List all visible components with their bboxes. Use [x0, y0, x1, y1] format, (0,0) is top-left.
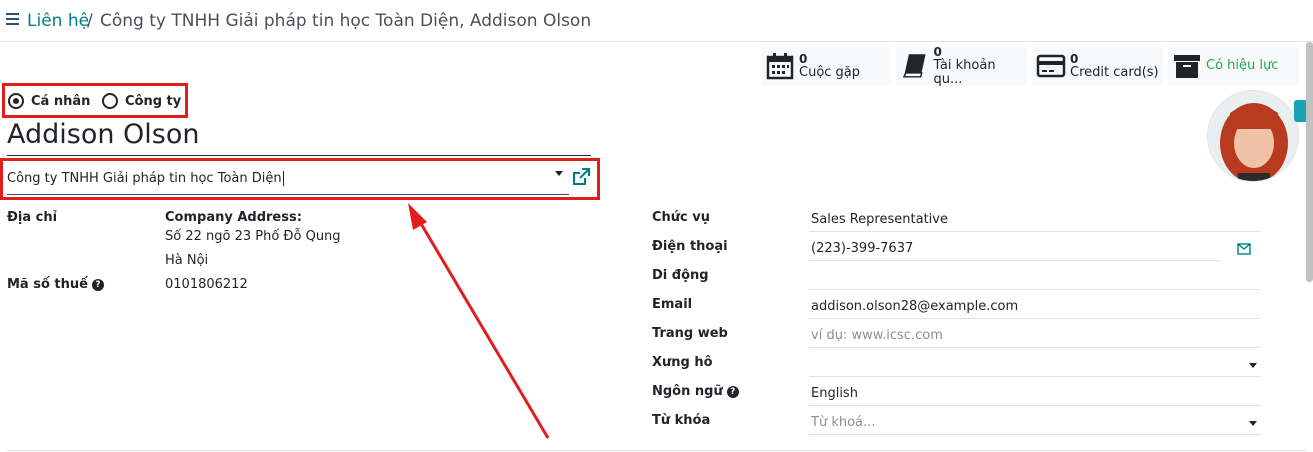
archive-icon — [1174, 55, 1200, 78]
meetings-count: 0 — [799, 52, 808, 66]
tags-underline — [809, 434, 1261, 435]
contact-name-field[interactable]: Addison Olson — [7, 119, 200, 150]
meetings-label: Cuộc gặp — [799, 65, 861, 80]
credit-cards-smart-button[interactable]: 0 Credit card(s) — [1031, 47, 1163, 85]
avatar-image — [1208, 91, 1298, 181]
tags-dropdown-icon[interactable] — [1249, 421, 1257, 426]
mobile-underline — [809, 289, 1261, 290]
menu-icon[interactable] — [6, 13, 19, 27]
tags-input[interactable]: Từ khoá... — [811, 415, 875, 430]
form-divider — [7, 450, 1307, 451]
active-label: Có hiệu lực — [1206, 58, 1279, 73]
tags-label: Từ khóa — [652, 413, 711, 428]
tax-value[interactable]: 0101806212 — [165, 277, 248, 292]
calendar-icon — [766, 53, 794, 80]
book-icon — [902, 54, 926, 78]
help-icon[interactable]: ? — [726, 386, 739, 398]
scrollbar[interactable] — [1306, 42, 1313, 282]
accounts-label: Tài khoản qu... — [933, 58, 996, 87]
external-link-icon[interactable] — [571, 167, 591, 187]
email-underline — [809, 318, 1261, 319]
tax-label: Mã số thuế? — [7, 277, 104, 292]
title-dropdown-icon[interactable] — [1249, 363, 1257, 368]
radio-company[interactable]: Công ty — [102, 93, 181, 109]
website-underline — [809, 347, 1261, 348]
active-toggle-button[interactable]: Có hiệu lực — [1167, 47, 1299, 85]
mobile-label: Di động — [652, 268, 709, 283]
email-label: Email — [652, 297, 693, 312]
job-input[interactable]: Sales Representative — [811, 212, 948, 227]
credit-cards-label: Credit card(s) — [1070, 65, 1159, 80]
breadcrumb-current: Công ty TNHH Giải pháp tin học Toàn Diện… — [100, 11, 592, 31]
radio-company-label: Công ty — [125, 93, 182, 109]
breadcrumb-bar: Liên hệ / Công ty TNHH Giải pháp tin học… — [0, 0, 1313, 42]
job-underline — [809, 231, 1261, 232]
name-underline — [7, 155, 591, 156]
title-label: Xưng hô — [652, 355, 713, 370]
address-title: Company Address: — [165, 210, 302, 225]
job-label: Chức vụ — [652, 210, 711, 225]
meetings-smart-button[interactable]: 0 Cuộc gặp — [760, 47, 890, 85]
avatar[interactable] — [1207, 90, 1299, 182]
website-input[interactable]: ví dụ: www.icsc.com — [811, 328, 943, 343]
accounts-smart-button[interactable]: 0 Tài khoản qu... — [895, 45, 1027, 87]
company-field-highlight: Công ty TNHH Giải pháp tin học Toàn Diện — [0, 158, 600, 200]
radio-individual-label: Cá nhân — [31, 93, 91, 109]
address-label: Địa chỉ — [7, 210, 58, 225]
help-icon[interactable]: ? — [91, 279, 104, 291]
company-dropdown-icon[interactable] — [555, 171, 563, 176]
breadcrumb-separator: / — [87, 11, 93, 31]
website-label: Trang web — [652, 326, 728, 341]
language-label-text: Ngôn ngữ — [652, 384, 723, 399]
email-input[interactable]: addison.olson28@example.com — [811, 299, 1018, 314]
credit-cards-count: 0 — [1070, 52, 1079, 66]
address-line1: Số 22 ngõ 23 Phố Đỗ Qung — [165, 229, 341, 244]
tax-label-text: Mã số thuế — [7, 277, 88, 292]
language-underline — [809, 405, 1261, 406]
language-select[interactable]: English — [811, 386, 858, 401]
breadcrumb-parent-link[interactable]: Liên hệ — [27, 11, 89, 31]
contact-type-radio-group: Cá nhân Công ty — [2, 83, 188, 118]
title-underline — [809, 376, 1261, 377]
address-line2: Hà Nội — [165, 253, 209, 268]
radio-individual[interactable]: Cá nhân — [8, 93, 90, 109]
credit-card-icon — [1036, 54, 1066, 78]
phone-underline — [809, 260, 1221, 261]
sms-envelope-icon[interactable] — [1237, 243, 1251, 255]
language-label: Ngôn ngữ? — [652, 384, 739, 399]
phone-label: Điện thoại — [652, 239, 728, 254]
radio-unchecked-icon — [102, 93, 118, 109]
radio-checked-icon — [8, 93, 24, 109]
company-input-value: Công ty TNHH Giải pháp tin học Toàn Diện — [7, 171, 282, 186]
phone-input[interactable]: (223)-399-7637 — [811, 241, 913, 256]
accounts-count: 0 — [933, 45, 942, 59]
company-input[interactable]: Công ty TNHH Giải pháp tin học Toàn Diện — [7, 168, 569, 195]
